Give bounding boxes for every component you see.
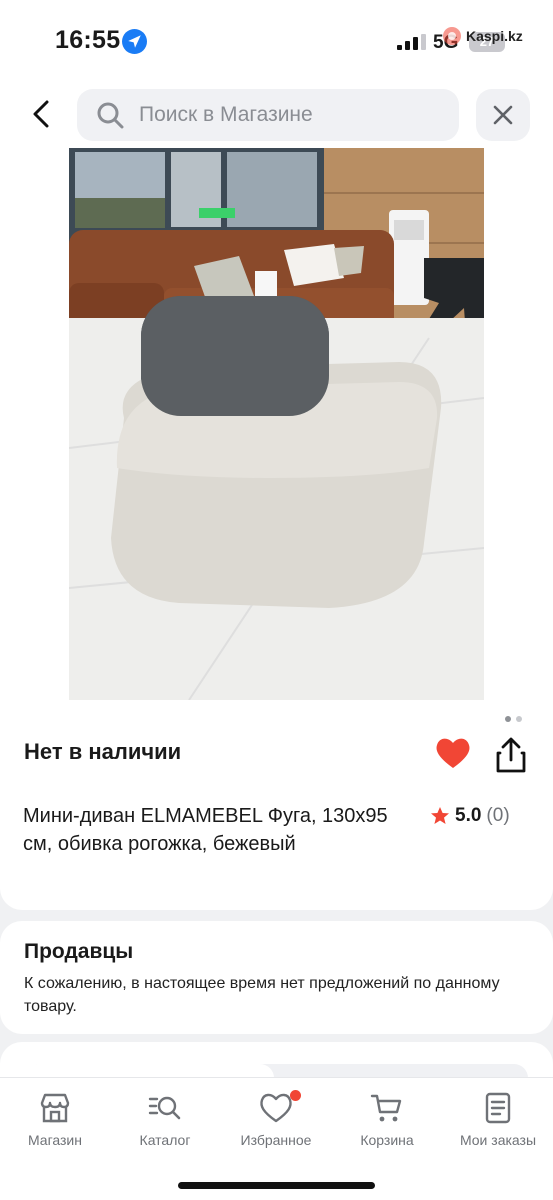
- reviews-count: (0): [486, 805, 510, 826]
- status-bar: 16:55 5G 27 Kaspi.kz: [0, 0, 553, 80]
- location-arrow-icon: [122, 29, 147, 54]
- nav-item-cart[interactable]: Корзина: [332, 1090, 442, 1148]
- search-header: [0, 80, 553, 148]
- nav-item-shop[interactable]: Магазин: [0, 1090, 110, 1148]
- nav-label-shop: Магазин: [27, 1132, 82, 1148]
- nav-item-favorites[interactable]: Избранное: [221, 1090, 331, 1148]
- sellers-empty-message: К сожалению, в настоящее время нет предл…: [24, 975, 500, 1015]
- product-rating[interactable]: 5.0 (0): [430, 805, 510, 827]
- product-card: Нет в наличии Мини-диван ELMAMEBEL Фуга,…: [0, 148, 553, 910]
- sellers-title: Продавцы: [24, 940, 134, 963]
- kaspi-logo-icon: [443, 27, 461, 45]
- orders-icon: [485, 1092, 511, 1124]
- nav-label-orders: Мои заказы: [459, 1132, 537, 1148]
- sellers-section: Продавцы К сожалению, в настоящее время …: [0, 921, 553, 1034]
- rating-value: 5.0: [455, 805, 482, 826]
- product-title: Мини-диван ELMAMEBEL Фуга, 130x95 см, об…: [23, 805, 388, 855]
- product-image[interactable]: [69, 148, 484, 700]
- nav-item-orders[interactable]: Мои заказы: [443, 1090, 553, 1148]
- back-arrow-icon[interactable]: [22, 94, 62, 134]
- heart-icon[interactable]: [434, 735, 472, 771]
- pagination-dot-active: [505, 716, 511, 722]
- heart-icon: [260, 1093, 292, 1123]
- nav-label-cart: Корзина: [360, 1132, 414, 1148]
- catalog-icon: [148, 1096, 181, 1120]
- notification-dot: [290, 1090, 301, 1101]
- image-pagination: [505, 716, 522, 722]
- status-time: 16:55: [55, 26, 121, 54]
- watermark-text: Kaspi.kz: [466, 28, 523, 44]
- watermark: Kaspi.kz: [442, 24, 523, 48]
- close-icon: [493, 105, 513, 125]
- search-box[interactable]: [77, 89, 459, 141]
- close-button[interactable]: [476, 89, 530, 141]
- shop-icon: [40, 1093, 70, 1123]
- nav-label-catalog: Каталог: [139, 1132, 191, 1148]
- cart-icon: [370, 1094, 402, 1122]
- search-input[interactable]: [139, 103, 439, 127]
- home-indicator[interactable]: [178, 1182, 375, 1189]
- pagination-dot: [516, 716, 522, 722]
- star-icon: [431, 807, 449, 824]
- search-icon: [97, 102, 124, 129]
- signal-icon: [397, 34, 426, 50]
- nav-label-favorites: Избранное: [240, 1132, 312, 1148]
- availability-status: Нет в наличии: [24, 739, 182, 764]
- nav-item-catalog[interactable]: Каталог: [110, 1090, 220, 1148]
- share-icon[interactable]: [494, 736, 528, 774]
